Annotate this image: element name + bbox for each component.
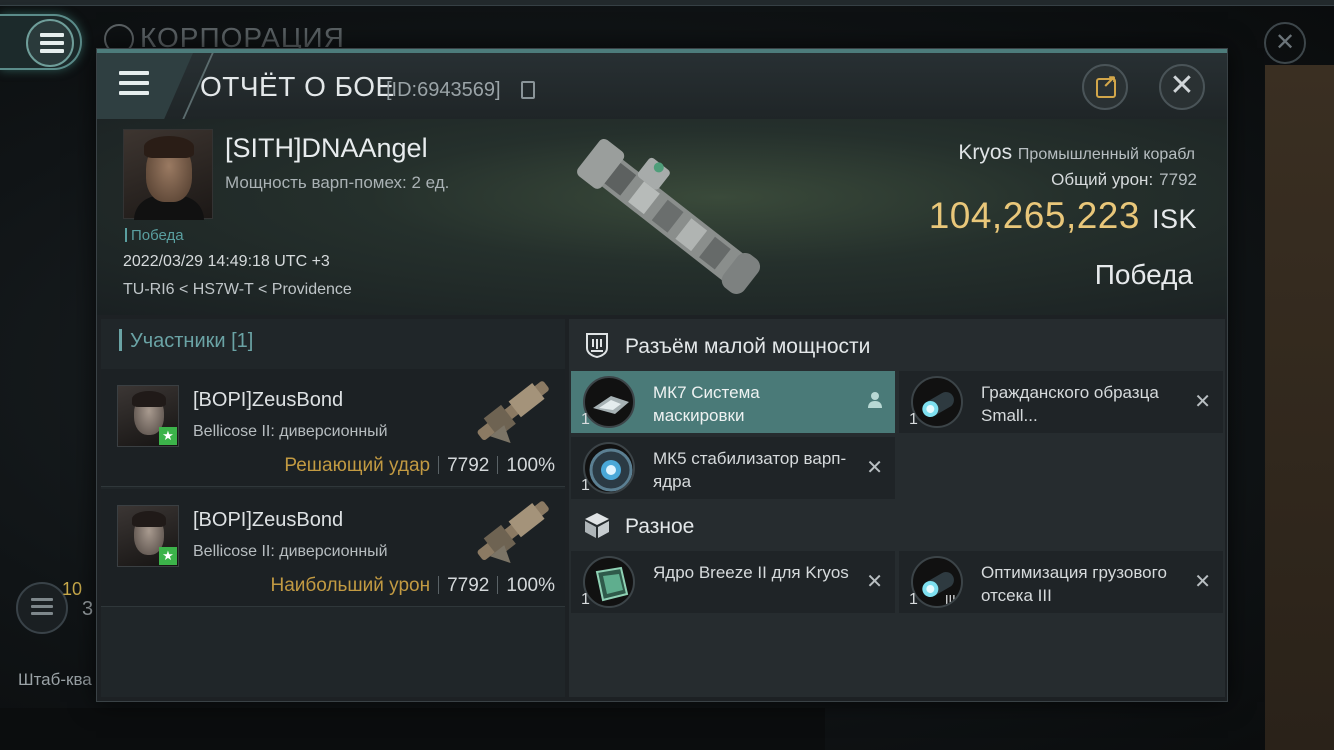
avatar-hair <box>132 391 166 407</box>
hamburger-icon <box>119 71 149 101</box>
low-slots-title: Разъём малой мощности <box>625 335 871 358</box>
total-damage: Общий урон: 7792 <box>1051 170 1197 190</box>
participant-ship-image <box>477 501 549 564</box>
hamburger-icon <box>31 598 53 619</box>
participant-damage: 7792 <box>447 455 490 476</box>
ship-class: Промышленный корабл <box>1017 146 1195 163</box>
arrow-icon: ↗ <box>1102 72 1118 92</box>
module-quantity: 1 <box>909 411 918 428</box>
participant-row[interactable]: ★ [BOPI]ZeusBond Bellicose II: диверсион… <box>101 489 565 607</box>
participant-ship-image <box>477 381 549 444</box>
victim-section: [SITH]DNAAngel Мощность варп-помех: 2 ед… <box>97 119 1227 315</box>
module-quantity: 1 <box>581 591 590 608</box>
background-close-icon[interactable]: ✕ <box>1264 22 1306 64</box>
module-name: Оптимизация грузового отсека III <box>981 563 1167 605</box>
isk-amount: 104,265,223 <box>928 195 1140 236</box>
participant-damage: 7792 <box>447 575 490 596</box>
module-quantity: 1 <box>581 477 590 494</box>
participant-name: [BOPI]ZeusBond <box>193 509 344 531</box>
star-icon: ★ <box>159 547 177 565</box>
destroyed-icon: ✕ <box>866 457 883 479</box>
destroyed-icon: ✕ <box>866 571 883 593</box>
main-menu-button[interactable] <box>0 14 82 70</box>
svg-text:III: III <box>945 593 956 607</box>
total-damage-value: 7792 <box>1159 170 1197 189</box>
total-damage-label: Общий урон: <box>1051 170 1154 189</box>
pilot-icon <box>868 392 882 408</box>
participant-stats: Наибольший урон 7792 100% <box>271 575 555 597</box>
battle-result: Победа <box>1094 259 1193 290</box>
participant-percent: 100% <box>506 455 555 476</box>
module-item-cloak[interactable]: 1 МК7 Система маскировки <box>571 371 895 433</box>
fitting-panel: Разъём малой мощности 1 МК7 Система маск… <box>569 319 1225 697</box>
background-right-panel <box>1265 65 1334 750</box>
close-button[interactable]: ✕ <box>1159 64 1205 110</box>
top-damage-label: Наибольший урон <box>270 575 431 596</box>
victim-name[interactable]: [SITH]DNAAngel <box>225 133 428 164</box>
module-quantity: 1 <box>581 411 590 428</box>
participants-header: Участники [1] <box>119 329 253 353</box>
divider <box>497 456 499 474</box>
warp-disruption-strength: Мощность варп-помех: 2 ед. <box>225 173 450 192</box>
victim-status-badge: Победа <box>125 227 184 244</box>
low-slots-header: Разъём малой мощности <box>583 331 870 359</box>
hamburger-icon <box>40 33 64 53</box>
cloak-icon <box>583 376 635 428</box>
isk-value: 104,265,223 ISK <box>929 195 1197 237</box>
cargo-rig-icon: III <box>911 556 963 608</box>
low-slot-icon <box>583 331 611 359</box>
destroyed-icon: ✕ <box>1194 391 1211 413</box>
final-blow-label: Решающий удар <box>284 455 431 476</box>
participant-ship: Bellicose II: диверсионный <box>193 543 388 560</box>
module-item-civilian[interactable]: 1 Гражданского образца Small... ✕ <box>899 371 1223 433</box>
divider <box>438 576 440 594</box>
module-item-ship-core[interactable]: 1 Ядро Breeze II для Kryos ✕ <box>571 551 895 613</box>
cube-icon <box>583 511 611 539</box>
page-title: ОТЧЁТ О БОЕ <box>200 71 395 102</box>
ship-core-icon <box>583 556 635 608</box>
background-menu-button[interactable] <box>16 582 68 634</box>
misc-title: Разное <box>625 515 695 538</box>
divider <box>497 576 499 594</box>
victim-ship-type[interactable]: Kryos Промышленный корабл <box>915 141 1195 165</box>
avatar-hair <box>132 511 166 527</box>
combat-report-panel: ОТЧЁТ О БОЕ [ID:6943569] ↗ ✕ [SITH]DNAAn… <box>96 48 1228 702</box>
participants-panel: Участники [1] ★ [BOPI]ZeusBond Bellicose… <box>101 319 565 697</box>
kill-location[interactable]: TU-RI6 < HS7W-T < Providence <box>123 281 352 299</box>
background-hq-label: Штаб-ква <box>18 670 92 689</box>
report-id: [ID:6943569] <box>386 79 501 101</box>
victim-ship-image[interactable] <box>557 119 777 315</box>
warp-core-stabilizer-icon <box>583 442 635 494</box>
module-name: Гражданского образца Small... <box>981 383 1159 425</box>
divider <box>438 456 440 474</box>
participant-name: [BOPI]ZeusBond <box>193 389 344 411</box>
avatar-hair <box>144 136 194 158</box>
module-name: МК5 стабилизатор варп-ядра <box>653 449 847 491</box>
ship-name: Kryos <box>958 141 1013 164</box>
background-count: 10 <box>62 579 83 599</box>
panel-header: ОТЧЁТ О БОЕ [ID:6943569] ↗ ✕ <box>97 53 1227 119</box>
background-bottom-bar <box>0 708 825 750</box>
participant-stats: Решающий удар 7792 100% <box>284 455 555 477</box>
module-quantity: 1 <box>909 591 918 608</box>
civilian-module-icon <box>911 376 963 428</box>
top-bar <box>0 0 1334 6</box>
kill-datetime: 2022/03/29 14:49:18 UTC +3 <box>123 253 330 270</box>
share-button[interactable]: ↗ <box>1082 64 1128 110</box>
participant-row[interactable]: ★ [BOPI]ZeusBond Bellicose II: диверсион… <box>101 369 565 487</box>
background-number: 3 <box>82 598 94 620</box>
misc-header: Разное <box>583 511 694 539</box>
isk-unit: ISK <box>1151 204 1197 234</box>
destroyed-icon: ✕ <box>1194 571 1211 593</box>
participant-percent: 100% <box>506 575 555 596</box>
module-name: МК7 Система маскировки <box>653 383 760 425</box>
copy-icon[interactable] <box>521 81 535 99</box>
victim-avatar[interactable] <box>123 129 213 220</box>
module-item-cargo-rig[interactable]: III 1 Оптимизация грузового отсека III ✕ <box>899 551 1223 613</box>
star-icon: ★ <box>159 427 177 445</box>
module-name: Ядро Breeze II для Kryos <box>653 563 849 582</box>
module-item-warp-stabilizer[interactable]: 1 МК5 стабилизатор варп-ядра ✕ <box>571 437 895 499</box>
participant-ship: Bellicose II: диверсионный <box>193 423 388 440</box>
